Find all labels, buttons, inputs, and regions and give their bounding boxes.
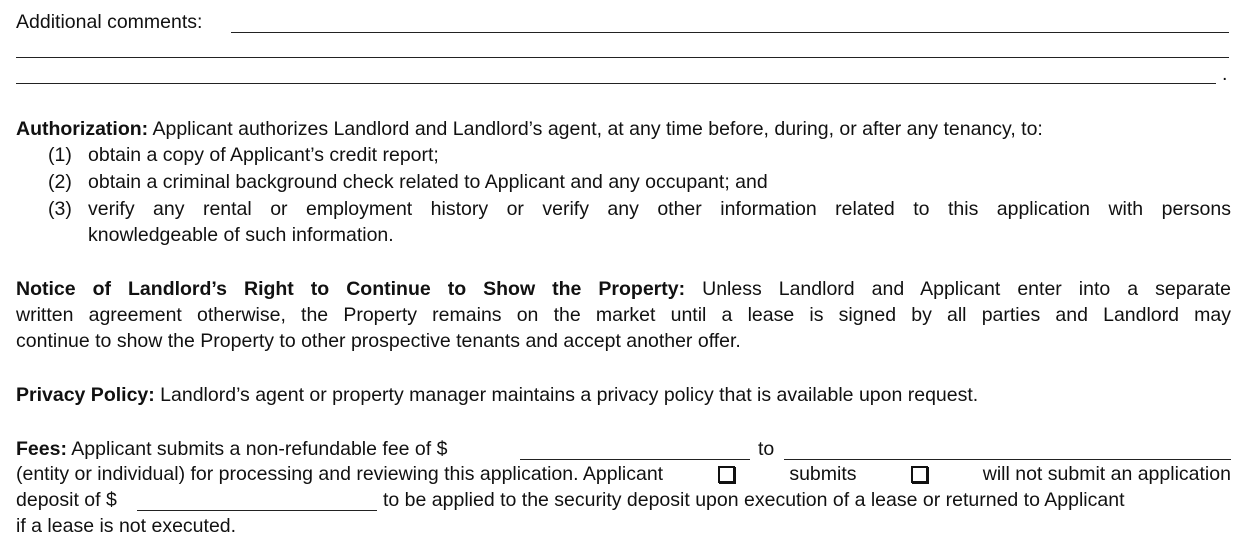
authorization-item-2-text: obtain a criminal background check relat… xyxy=(88,171,768,193)
fees-text-1: Applicant submits a non-refundable fee o… xyxy=(71,438,448,460)
comments-line-1[interactable] xyxy=(231,32,1229,33)
fees-deposit-label: deposit of $ xyxy=(16,489,117,511)
comments-line-2[interactable] xyxy=(16,57,1229,58)
fees-line-3-text: to be applied to the security deposit up… xyxy=(383,489,1125,511)
fees-line-2-text: (entity or individual) for processing an… xyxy=(16,463,664,485)
authorization-item-3-text-cont: knowledgeable of such information. xyxy=(88,224,394,246)
privacy-text: Landlord’s agent or property manager mai… xyxy=(160,384,979,406)
privacy-paragraph: Privacy Policy: Landlord’s agent or prop… xyxy=(16,383,978,407)
authorization-heading: Authorization: xyxy=(16,118,149,140)
fees-line-4: if a lease is not executed. xyxy=(16,515,237,537)
fees-heading: Fees: xyxy=(16,438,67,460)
notice-line-3: continue to show the Property to other p… xyxy=(16,330,741,352)
authorization-paragraph: Authorization: Applicant authorizes Land… xyxy=(16,117,1043,141)
deposit-amount-field[interactable] xyxy=(137,510,377,511)
notice-heading: Notice of Landlord’s Right to Continue t… xyxy=(16,278,686,300)
notice-line-1: Notice of Landlord’s Right to Continue t… xyxy=(16,277,1231,301)
fee-recipient-field[interactable] xyxy=(784,459,1231,460)
will-not-submit-checkbox[interactable] xyxy=(911,465,929,483)
fees-to: to xyxy=(758,438,775,460)
will-not-submit-label: will not submit an application xyxy=(982,463,1231,485)
comments-end-mark: . xyxy=(1222,63,1228,85)
authorization-item-3-text: verify any rental or employment history … xyxy=(88,198,1231,220)
privacy-heading: Privacy Policy: xyxy=(16,384,155,406)
notice-line-1-text: Unless Landlord and Applicant enter into… xyxy=(702,278,1231,300)
comments-line-3[interactable] xyxy=(16,83,1216,84)
authorization-item-3-num: (3) xyxy=(48,198,72,220)
submits-label: submits xyxy=(789,463,857,485)
notice-line-2: written agreement otherwise, the Propert… xyxy=(16,304,1231,326)
authorization-intro: Applicant authorizes Landlord and Landlo… xyxy=(152,118,1043,140)
submits-checkbox[interactable] xyxy=(717,465,735,483)
authorization-item-2-num: (2) xyxy=(48,171,72,193)
comments-label: Additional comments: xyxy=(16,11,203,33)
fees-line-2: (entity or individual) for processing an… xyxy=(16,462,1231,486)
authorization-item-1-text: obtain a copy of Applicant’s credit repo… xyxy=(88,144,439,166)
fee-amount-field[interactable] xyxy=(520,459,750,460)
authorization-item-1-num: (1) xyxy=(48,144,72,166)
fees-line-1: Fees: Applicant submits a non-refundable… xyxy=(16,437,447,461)
